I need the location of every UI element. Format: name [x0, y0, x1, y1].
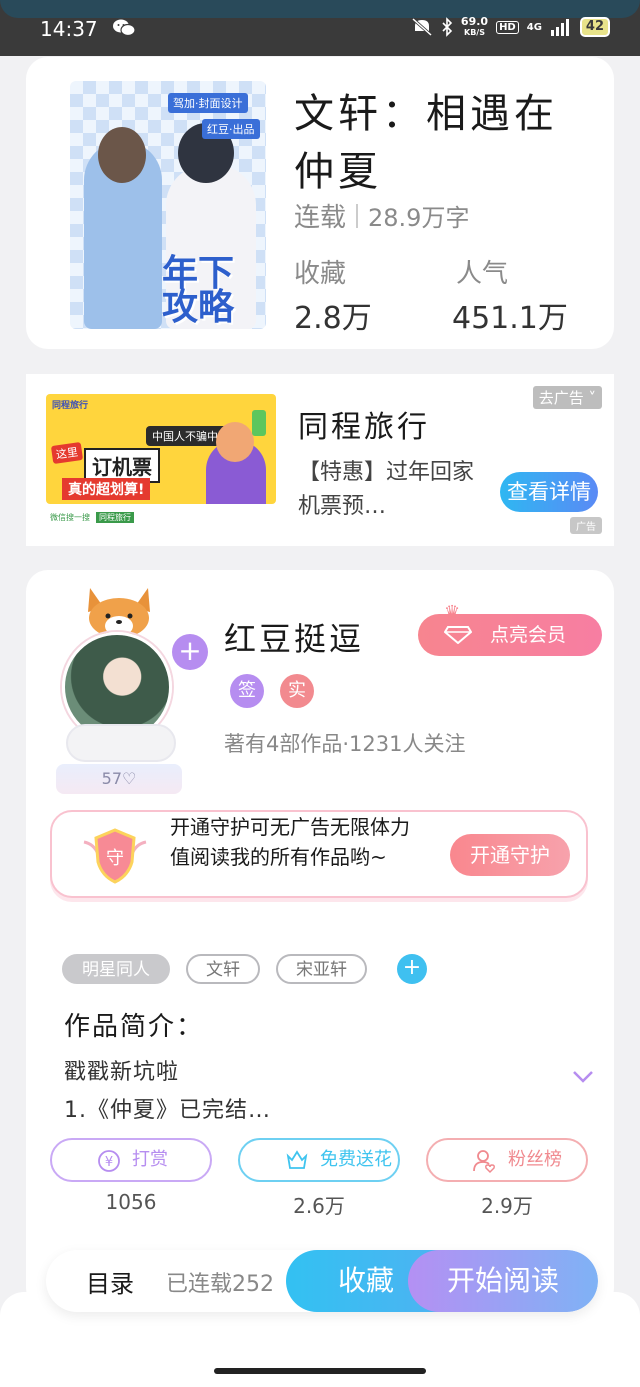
guard-icon-text: 守	[106, 848, 124, 869]
status-right: 69.0 KB/S HD 4G 42	[411, 16, 610, 38]
author-name[interactable]: 红豆挺逗	[224, 614, 364, 660]
favorites-value: 2.8万	[294, 301, 372, 336]
ad-banner: 同程旅行 中国人不骗中国人 这里 订机票 真的超划算!	[46, 394, 276, 504]
bluetooth-icon	[442, 17, 453, 37]
guard-description: 开通守护可无广告无限体力值阅读我的所有作品哟~	[170, 815, 410, 869]
chevron-down-icon: ˅	[588, 389, 597, 407]
author-card: + 57♡ 红豆挺逗 ♛ 点亮会员 签 实 著有4部作品·1231人关注 守 开…	[26, 570, 614, 1310]
ad-image-footer: 微信搜一搜 同程旅行	[46, 508, 276, 526]
serial-status[interactable]: 已连载252	[166, 1266, 274, 1298]
ad-card[interactable]: 同程旅行 中国人不骗中国人 这里 订机票 真的超划算! 微信搜一搜 同程旅行 同…	[26, 374, 614, 546]
user-heart-icon	[473, 1150, 495, 1174]
cover-big-text: 年下 攻略	[162, 253, 235, 328]
verified-badge: 实	[280, 674, 314, 708]
add-tag-button[interactable]: +	[397, 954, 427, 984]
cover-big-text-line2: 攻略	[162, 287, 235, 328]
ad-image-subline: 真的超划算!	[62, 478, 151, 500]
book-word-count: 28.9万字	[368, 204, 470, 232]
ad-description: 【特惠】过年回家机票预…	[298, 460, 475, 519]
send-flower-button[interactable]: 免费送花	[238, 1138, 400, 1182]
wechat-icon	[113, 19, 136, 37]
vip-button[interactable]: ♛ 点亮会员	[418, 602, 602, 656]
book-meta: 连载 28.9万字	[294, 197, 469, 234]
guard-promo: 守 开通守护可无广告无限体力值阅读我的所有作品哟~ 开通守护	[50, 810, 588, 898]
fan-rank-button[interactable]: 粉丝榜	[426, 1138, 588, 1182]
fan-count-badge: 57♡	[56, 764, 182, 794]
status-time: 14:37	[40, 17, 98, 41]
signed-badge: 签	[230, 674, 264, 708]
hd-badge: HD	[496, 20, 519, 34]
tip-count: 1056	[105, 1190, 157, 1214]
diamond-icon	[444, 626, 472, 644]
battery-indicator: 42	[579, 17, 610, 37]
ad-flag-label: 广告	[576, 522, 596, 533]
avatar-cloud-frame	[66, 724, 176, 762]
tip-button[interactable]: ¥ 打赏	[50, 1138, 212, 1182]
cover-figure-left-head	[98, 127, 146, 183]
cover-big-text-line1: 年下	[162, 253, 235, 294]
follow-plus-icon[interactable]: +	[172, 634, 208, 670]
home-indicator[interactable]	[214, 1368, 426, 1374]
ad-flag[interactable]: 广告	[570, 517, 602, 534]
svg-text:¥: ¥	[105, 1155, 113, 1170]
ad-footer-brand: 同程旅行	[96, 511, 134, 523]
signal-bars-icon	[550, 19, 569, 36]
cover-tag-publisher: 红豆·出品	[202, 119, 260, 139]
open-guard-button[interactable]: 开通守护	[450, 834, 570, 876]
ad-footer-search: 微信搜一搜	[50, 512, 90, 522]
expand-chevron-icon[interactable]	[572, 1070, 594, 1084]
intro-title: 作品简介：	[64, 1012, 205, 1042]
author-info: 著有4部作品·1231人关注	[224, 732, 466, 756]
network-speed-value: 69.0	[460, 15, 489, 28]
cover-tag-design: 驾加·封面设计	[168, 93, 248, 113]
send-flower-label: 免费送花	[320, 1149, 392, 1170]
network-speed: 69.0 KB/S	[461, 16, 488, 38]
ad-title: 同程旅行	[298, 410, 430, 445]
table-of-contents-button[interactable]: 目录	[86, 1264, 134, 1299]
flower-count: 2.6万	[293, 1194, 345, 1218]
favorites-label: 收藏	[294, 259, 347, 289]
meta-divider	[356, 203, 359, 228]
yen-icon: ¥	[98, 1150, 120, 1172]
shield-icon: 守	[83, 828, 147, 884]
book-status: 连载	[294, 203, 347, 233]
tip-label: 打赏	[132, 1149, 168, 1170]
intro-line-1: 戳戳新坑啦	[64, 1060, 180, 1085]
mute-icon	[411, 17, 432, 37]
ad-image-here: 这里	[50, 442, 84, 464]
start-reading-button[interactable]: 开始阅读	[408, 1250, 598, 1312]
status-bar: 14:37 69.0 KB/S HD 4G 42	[0, 0, 640, 56]
tag-item[interactable]: 宋亚轩	[276, 954, 367, 984]
ad-figure-face	[216, 422, 254, 462]
fan-rank-count: 2.9万	[481, 1194, 533, 1218]
ad-image-brand: 同程旅行	[52, 401, 89, 411]
ad-figure-phone	[252, 410, 266, 436]
bottom-action-bar: 目录 已连载252 收藏 开始阅读	[46, 1250, 598, 1312]
view-details-button[interactable]: 查看详情	[500, 472, 598, 512]
book-card[interactable]: 驾加·封面设计 红豆·出品 年下 攻略 文轩：相遇在仲夏 连载 28.9万字 收…	[26, 57, 614, 349]
fan-rank-label: 粉丝榜	[508, 1149, 562, 1170]
tag-item[interactable]: 文轩	[186, 954, 260, 984]
remove-ad-label: 去广告	[538, 389, 584, 407]
author-avatar-area[interactable]: +	[56, 586, 208, 776]
tag-item[interactable]: 明星同人	[62, 954, 170, 984]
network-speed-unit: KB/S	[464, 28, 485, 37]
flower-icon	[286, 1150, 308, 1169]
vip-button-label: 点亮会员	[490, 624, 567, 646]
book-cover[interactable]: 驾加·封面设计 红豆·出品 年下 攻略	[70, 81, 266, 329]
signal-4g-label: 4G	[526, 21, 542, 33]
remove-ad-button[interactable]: 去广告 ˅	[532, 386, 602, 409]
book-title: 文轩：相遇在仲夏	[294, 91, 558, 195]
corgi-frame-icon	[88, 588, 150, 638]
tag-list: 明星同人 文轩 宋亚轩 +	[62, 954, 427, 984]
ad-image[interactable]: 同程旅行 中国人不骗中国人 这里 订机票 真的超划算! 微信搜一搜 同程旅行	[46, 394, 276, 526]
popularity-value: 451.1万	[452, 301, 568, 336]
intro-line-2: 1.《仲夏》已完结…	[64, 1098, 271, 1123]
popularity-label: 人气	[456, 259, 509, 289]
